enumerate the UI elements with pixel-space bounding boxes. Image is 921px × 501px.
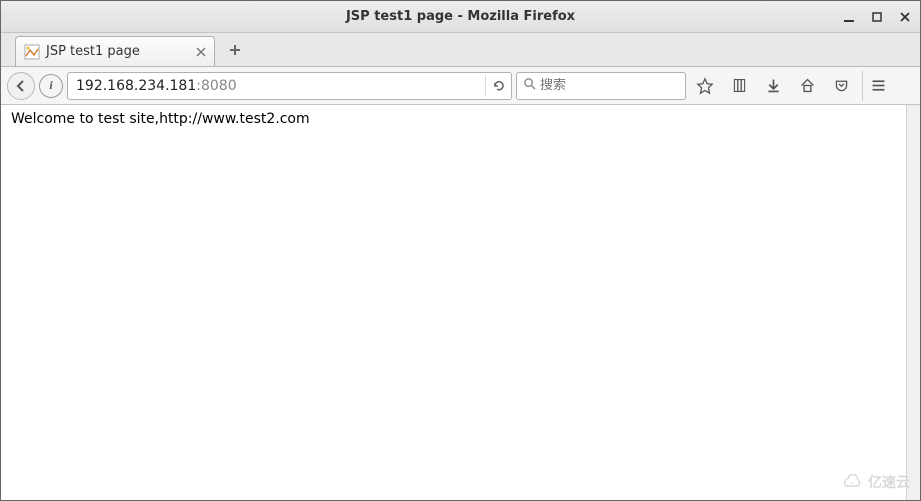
browser-tab[interactable]: JSP test1 page [15, 36, 215, 66]
bookmark-star-button[interactable] [690, 71, 720, 101]
pocket-button[interactable] [826, 71, 856, 101]
tab-label: JSP test1 page [46, 44, 140, 59]
new-tab-button[interactable] [221, 36, 249, 64]
search-input[interactable] [540, 78, 710, 93]
maximize-button[interactable] [870, 10, 884, 24]
site-info-button[interactable]: i [39, 74, 63, 98]
favicon-icon [24, 44, 40, 60]
window-title: JSP test1 page - Mozilla Firefox [346, 9, 575, 24]
url-text: 192.168.234.181:8080 [72, 78, 485, 94]
reload-button[interactable] [485, 75, 507, 97]
tab-bar: JSP test1 page [1, 33, 920, 67]
body-text: Welcome to test site,http://www.test2.co… [11, 111, 310, 127]
watermark: ∞ 亿速云 [840, 472, 910, 492]
tab-close-button[interactable] [194, 45, 208, 59]
url-host: 192.168.234.181 [76, 78, 196, 94]
search-bar[interactable] [516, 72, 686, 100]
titlebar: JSP test1 page - Mozilla Firefox [1, 1, 920, 33]
window-controls [842, 10, 912, 24]
watermark-text: 亿速云 [868, 472, 910, 492]
url-port: :8080 [196, 78, 236, 94]
back-button[interactable] [7, 72, 35, 100]
svg-text:∞: ∞ [850, 480, 853, 485]
vertical-scrollbar[interactable] [906, 105, 920, 500]
search-icon [523, 77, 536, 94]
close-button[interactable] [898, 10, 912, 24]
minimize-button[interactable] [842, 10, 856, 24]
toolbar: i 192.168.234.181:8080 [1, 67, 920, 105]
downloads-button[interactable] [758, 71, 788, 101]
home-button[interactable] [792, 71, 822, 101]
url-bar[interactable]: 192.168.234.181:8080 [67, 72, 512, 100]
menu-button[interactable] [862, 71, 892, 101]
cloud-icon: ∞ [840, 474, 864, 490]
browser-window: JSP test1 page - Mozilla Firefox JSP tes… [0, 0, 921, 501]
page-content: Welcome to test site,http://www.test2.co… [1, 105, 920, 500]
library-button[interactable] [724, 71, 754, 101]
